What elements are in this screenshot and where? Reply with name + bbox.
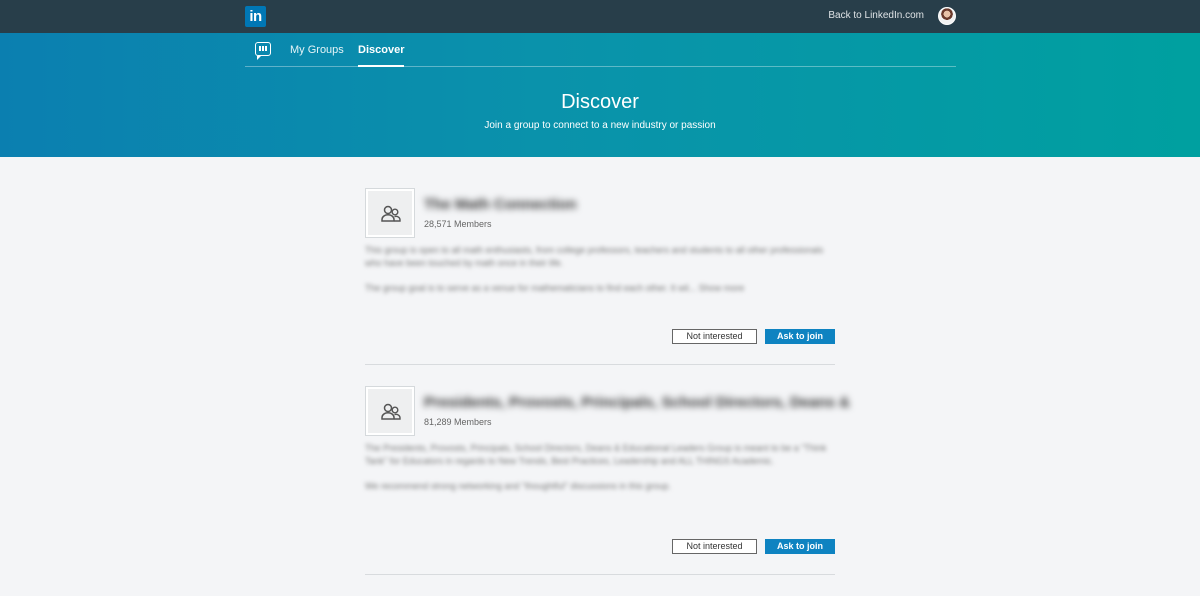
group-thumbnail[interactable] bbox=[365, 188, 415, 238]
ask-to-join-button[interactable]: Ask to join bbox=[765, 329, 835, 344]
description-paragraph: The Presidents, Provosts, Principals, Sc… bbox=[365, 443, 827, 466]
linkedin-logo[interactable]: in bbox=[245, 6, 266, 27]
group-people-icon bbox=[381, 403, 401, 420]
tab-my-groups[interactable]: My Groups bbox=[290, 44, 344, 56]
back-to-linkedin-link[interactable]: Back to LinkedIn.com bbox=[828, 10, 924, 21]
profile-avatar[interactable] bbox=[938, 7, 956, 25]
group-name[interactable]: The Math Connection bbox=[424, 196, 577, 213]
not-interested-button[interactable]: Not interested bbox=[672, 329, 757, 344]
card-divider bbox=[365, 574, 835, 575]
ask-to-join-button[interactable]: Ask to join bbox=[765, 539, 835, 554]
discover-hero-banner: My Groups Discover Discover Join a group… bbox=[0, 33, 1200, 157]
not-interested-button[interactable]: Not interested bbox=[672, 539, 757, 554]
group-member-count: 81,289 Members bbox=[424, 417, 492, 427]
groups-chat-icon[interactable] bbox=[255, 42, 271, 60]
group-thumbnail[interactable] bbox=[365, 386, 415, 436]
page-title: Discover bbox=[561, 91, 639, 113]
page-subtitle: Join a group to connect to a new industr… bbox=[484, 120, 716, 131]
description-paragraph: The group goal is to serve as a venue fo… bbox=[365, 283, 745, 293]
group-name[interactable]: Presidents, Provosts, Principals, School… bbox=[424, 394, 850, 411]
groups-subnav: My Groups Discover bbox=[245, 33, 956, 67]
tab-discover[interactable]: Discover bbox=[358, 44, 405, 67]
group-member-count: 28,571 Members bbox=[424, 219, 492, 229]
description-paragraph: We recommend strong networking and "thou… bbox=[365, 481, 671, 491]
group-description: This group is open to all math enthusias… bbox=[365, 244, 835, 307]
description-paragraph: This group is open to all math enthusias… bbox=[365, 245, 824, 268]
group-description: The Presidents, Provosts, Principals, Sc… bbox=[365, 442, 835, 505]
card-divider bbox=[365, 364, 835, 365]
top-nav-bar: in Back to LinkedIn.com bbox=[0, 0, 1200, 33]
group-people-icon bbox=[381, 205, 401, 222]
